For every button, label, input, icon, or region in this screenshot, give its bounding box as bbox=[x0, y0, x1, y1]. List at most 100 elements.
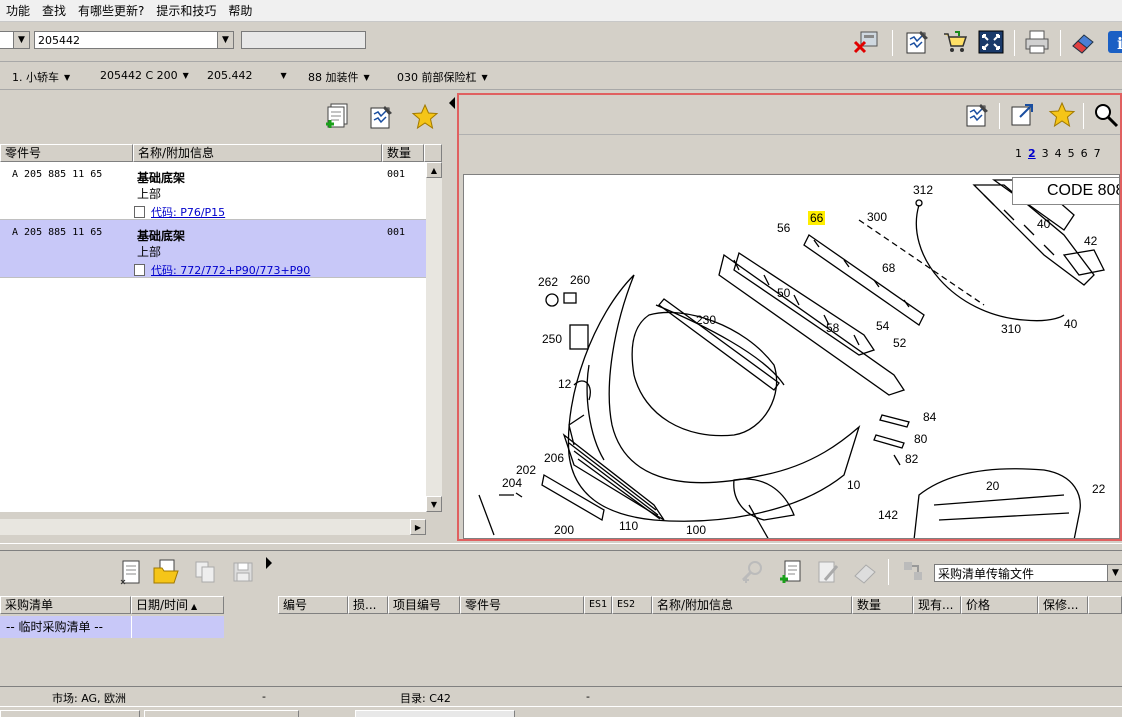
shopping-cart-icon[interactable] bbox=[940, 27, 970, 57]
nav-type[interactable]: 205.442 ▼ bbox=[207, 69, 287, 82]
collapse-left-icon[interactable] bbox=[449, 97, 455, 109]
eraser-icon[interactable] bbox=[1068, 27, 1098, 57]
print-icon[interactable] bbox=[1022, 27, 1052, 57]
callout-230[interactable]: 230 bbox=[696, 313, 716, 327]
code-link[interactable]: 代码: 772/772+P90/773+P90 bbox=[151, 262, 310, 278]
parts-horizontal-scrollbar[interactable]: ▶ bbox=[0, 519, 426, 535]
col-part-no[interactable]: 零件号 bbox=[0, 144, 133, 162]
zoom-icon[interactable] bbox=[1091, 100, 1120, 130]
add-item-icon[interactable] bbox=[776, 557, 806, 587]
nav-vehicle-class[interactable]: 1. 小轿车 ▼ bbox=[12, 69, 70, 85]
chevron-down-icon[interactable]: ▼ bbox=[13, 32, 29, 48]
callout-100[interactable]: 100 bbox=[686, 523, 706, 537]
taskbar-button[interactable] bbox=[144, 710, 299, 717]
callout-310[interactable]: 310 bbox=[1001, 322, 1021, 336]
add-to-list-icon[interactable] bbox=[323, 102, 353, 132]
page-link[interactable]: 4 bbox=[1055, 147, 1062, 160]
nav-model[interactable]: 205442 C 200 ▼ bbox=[100, 69, 189, 82]
callout-312[interactable]: 312 bbox=[913, 183, 933, 197]
col-qty[interactable]: 数量 bbox=[382, 144, 424, 162]
code-link[interactable]: 代码: P76/P15 bbox=[151, 204, 225, 220]
menu-tips[interactable]: 提示和技巧 bbox=[150, 2, 222, 19]
scroll-right-icon[interactable]: ▶ bbox=[410, 519, 426, 535]
callout-42[interactable]: 42 bbox=[1084, 234, 1097, 248]
nav-subgroup[interactable]: 030 前部保险杠 ▼ bbox=[397, 69, 488, 85]
col-stock[interactable]: 现有... bbox=[913, 596, 961, 614]
callout-40-upper[interactable]: 40 bbox=[1037, 217, 1050, 231]
scroll-down-icon[interactable]: ▼ bbox=[426, 496, 442, 512]
list-item[interactable]: -- 临时采购清单 -- bbox=[0, 616, 224, 638]
delete-item-icon[interactable] bbox=[850, 557, 880, 587]
panel-splitter[interactable] bbox=[447, 93, 457, 543]
model-select[interactable]: 205442 ▼ bbox=[34, 31, 234, 49]
nav-group[interactable]: 88 加装件 ▼ bbox=[308, 69, 370, 85]
col-es2[interactable]: ES2 bbox=[612, 596, 652, 614]
search-part-icon[interactable] bbox=[738, 557, 768, 587]
vehicle-type-select[interactable]: ▼ bbox=[0, 31, 30, 49]
callout-68[interactable]: 68 bbox=[882, 261, 895, 275]
page-link-current[interactable]: 2 bbox=[1028, 147, 1036, 160]
remove-vehicle-icon[interactable] bbox=[852, 27, 882, 57]
transfer-icon[interactable] bbox=[900, 557, 928, 587]
col-datetime[interactable]: 日期/时间 ▲ bbox=[131, 596, 224, 614]
open-external-icon[interactable] bbox=[1007, 100, 1037, 130]
expand-right-icon[interactable] bbox=[266, 557, 272, 569]
bottom-panel-splitter[interactable] bbox=[262, 551, 276, 685]
callout-52[interactable]: 52 bbox=[893, 336, 906, 350]
callout-12[interactable]: 12 bbox=[558, 377, 571, 391]
callout-10[interactable]: 10 bbox=[847, 478, 860, 492]
notes-icon[interactable] bbox=[962, 100, 992, 130]
transfer-file-select[interactable]: 采购清单传输文件 ▼ bbox=[934, 564, 1122, 582]
callout-20[interactable]: 20 bbox=[986, 479, 999, 493]
favorite-star-icon[interactable] bbox=[1047, 100, 1077, 130]
col-damage[interactable]: 损... bbox=[348, 596, 388, 614]
page-link[interactable]: 6 bbox=[1081, 147, 1088, 160]
fullscreen-icon[interactable] bbox=[976, 27, 1006, 57]
menu-search[interactable]: 查找 bbox=[36, 2, 72, 19]
chevron-down-icon[interactable]: ▼ bbox=[1107, 565, 1122, 581]
callout-110[interactable]: 110 bbox=[619, 519, 638, 533]
col-item-no[interactable]: 项目编号 bbox=[388, 596, 460, 614]
page-link[interactable]: 5 bbox=[1068, 147, 1075, 160]
callout-80[interactable]: 80 bbox=[914, 432, 927, 446]
col-qty[interactable]: 数量 bbox=[852, 596, 913, 614]
page-link[interactable]: 1 bbox=[1015, 147, 1022, 160]
callout-300[interactable]: 300 bbox=[867, 210, 887, 224]
horizontal-splitter[interactable] bbox=[0, 543, 1122, 551]
taskbar-button-active[interactable] bbox=[355, 710, 515, 717]
callout-200[interactable]: 200 bbox=[554, 523, 574, 537]
col-price[interactable]: 价格 bbox=[961, 596, 1038, 614]
callout-54[interactable]: 54 bbox=[876, 319, 889, 333]
callout-58[interactable]: 58 bbox=[826, 321, 839, 335]
table-row[interactable]: A 205 885 11 65 基础底架 上部 代码: P76/P15 001 bbox=[0, 162, 426, 220]
table-row[interactable]: A 205 885 11 65 基础底架 上部 代码: 772/772+P90/… bbox=[0, 220, 426, 278]
parts-vertical-scrollbar[interactable]: ▲ ▼ bbox=[426, 162, 442, 512]
scroll-up-icon[interactable]: ▲ bbox=[426, 162, 442, 178]
new-list-icon[interactable] bbox=[116, 557, 146, 587]
callout-260[interactable]: 260 bbox=[570, 273, 590, 287]
save-icon[interactable] bbox=[228, 557, 258, 587]
edit-item-icon[interactable] bbox=[812, 557, 842, 587]
notes-icon[interactable] bbox=[366, 102, 396, 132]
col-purchase-list[interactable]: 采购清单 bbox=[0, 596, 131, 614]
col-es1[interactable]: ES1 bbox=[584, 596, 612, 614]
menu-whats-new[interactable]: 有哪些更新? bbox=[72, 2, 150, 19]
callout-206[interactable]: 206 bbox=[544, 451, 564, 465]
callout-142[interactable]: 142 bbox=[878, 508, 898, 522]
open-folder-icon[interactable] bbox=[152, 557, 182, 587]
menu-help[interactable]: 帮助 bbox=[222, 2, 258, 19]
callout-82[interactable]: 82 bbox=[905, 452, 918, 466]
info-icon[interactable]: i bbox=[1104, 27, 1122, 57]
callout-40-lower[interactable]: 40 bbox=[1064, 317, 1077, 331]
col-name[interactable]: 名称/附加信息 bbox=[652, 596, 852, 614]
search-input[interactable] bbox=[241, 31, 366, 49]
callout-204[interactable]: 204 bbox=[502, 476, 522, 490]
menu-function[interactable]: 功能 bbox=[0, 2, 36, 19]
callout-66-highlighted[interactable]: 66 bbox=[808, 211, 826, 225]
copy-icon[interactable] bbox=[190, 557, 220, 587]
callout-50[interactable]: 50 bbox=[777, 286, 790, 300]
taskbar-button[interactable] bbox=[0, 710, 140, 717]
callout-84[interactable]: 84 bbox=[923, 410, 936, 424]
col-warranty[interactable]: 保修... bbox=[1038, 596, 1088, 614]
callout-22[interactable]: 22 bbox=[1092, 482, 1105, 496]
